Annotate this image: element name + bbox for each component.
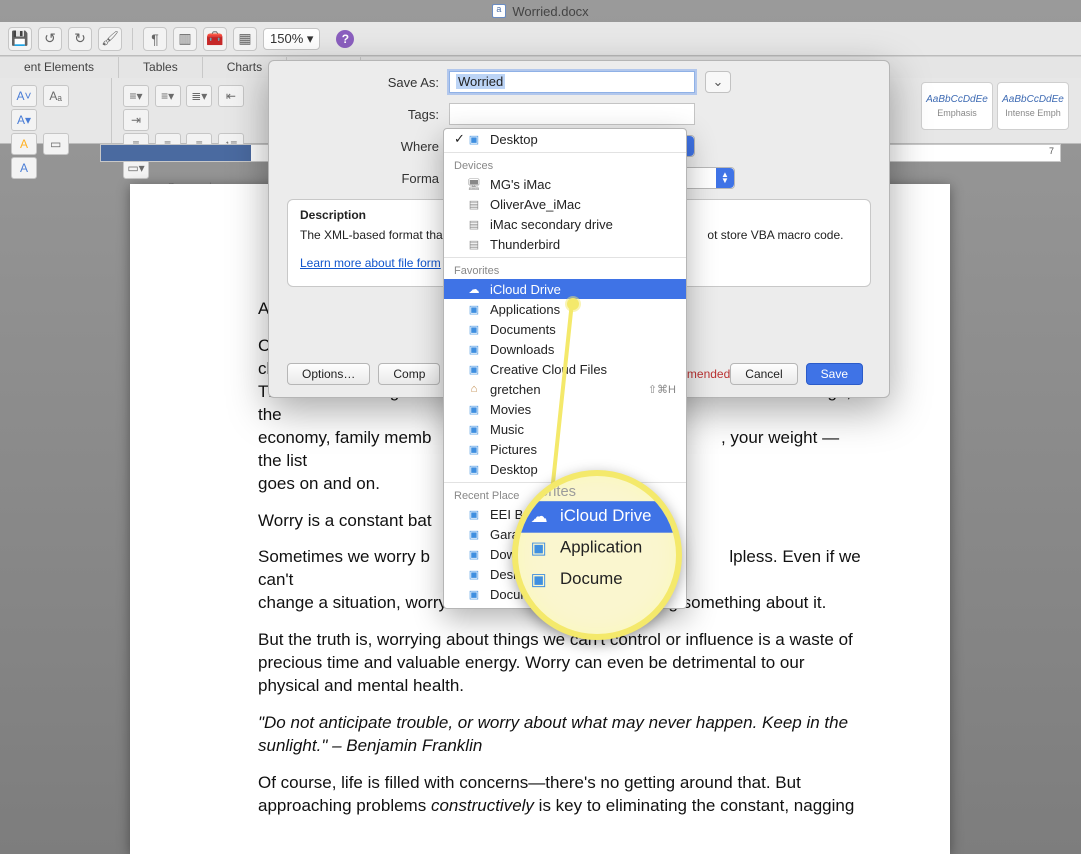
- document-icon: [492, 4, 506, 18]
- check-icon: ✓: [454, 131, 466, 147]
- learn-more-link[interactable]: Learn more about file form: [300, 256, 441, 270]
- font-shrink-icon[interactable]: A˅: [11, 85, 37, 107]
- toolbox-icon[interactable]: 🧰: [203, 27, 227, 51]
- tab-tables[interactable]: Tables: [119, 57, 203, 78]
- dd-item-pictures[interactable]: ▣Pictures: [444, 439, 686, 459]
- paintbrush-icon[interactable]: 🖌: [98, 27, 122, 51]
- window-titlebar: Worried.docx: [0, 0, 1081, 22]
- folder-icon: ▣: [466, 342, 482, 356]
- disk-icon: ▤: [466, 237, 482, 251]
- dd-item-device[interactable]: 🖥MG's iMac: [444, 174, 686, 194]
- expand-dialog-button[interactable]: ⌄: [705, 71, 731, 93]
- magnifier-row-documents: ▣Docume: [518, 564, 682, 596]
- folder-icon: ▣: [466, 547, 482, 561]
- folder-icon: ▣: [466, 527, 482, 541]
- home-icon: ⌂: [466, 382, 482, 396]
- font-color-icon[interactable]: A▾: [11, 109, 37, 131]
- magnifier-callout: vorites ☁iCloud Drive ▣Application ▣Docu…: [512, 470, 682, 640]
- saveas-input[interactable]: Worried: [449, 71, 695, 93]
- folder-icon: ▣: [466, 322, 482, 336]
- folder-icon: ▣: [466, 422, 482, 436]
- dd-item-device[interactable]: ▤OliverAve_iMac: [444, 194, 686, 214]
- text-box-icon[interactable]: ▭: [43, 133, 69, 155]
- magnifier-row-icloud: ☁iCloud Drive: [518, 501, 682, 533]
- dd-item-applications[interactable]: ▣Applications: [444, 299, 686, 319]
- folder-icon: ▣: [531, 569, 552, 590]
- cloud-icon: ☁: [531, 506, 552, 527]
- folder-icon: ▣: [466, 442, 482, 456]
- bullets-icon[interactable]: ≡▾: [123, 85, 149, 107]
- text-effects-icon[interactable]: A: [11, 133, 37, 155]
- folder-icon: ▣: [466, 567, 482, 581]
- window-title: Worried.docx: [512, 4, 588, 19]
- sidebar-icon[interactable]: ▥: [173, 27, 197, 51]
- folder-icon: ▣: [466, 462, 482, 476]
- saveas-label: Save As:: [269, 75, 449, 90]
- folder-icon: ▣: [466, 132, 482, 146]
- dd-section-devices: Devices: [444, 156, 686, 174]
- zoom-level[interactable]: 150% ▾: [263, 28, 320, 50]
- dd-item-music[interactable]: ▣Music: [444, 419, 686, 439]
- folder-icon: ▣: [466, 507, 482, 521]
- folder-icon: ▣: [531, 538, 552, 559]
- options-button[interactable]: Options…: [287, 363, 370, 385]
- folder-icon: ▣: [466, 302, 482, 316]
- style-a-icon[interactable]: A: [11, 157, 37, 179]
- folder-icon: ▣: [466, 402, 482, 416]
- dd-item-device[interactable]: ▤Thunderbird: [444, 234, 686, 254]
- dd-section-favorites: Favorites: [444, 261, 686, 279]
- gallery-icon[interactable]: ▦: [233, 27, 257, 51]
- numbering-icon[interactable]: ≡▾: [155, 85, 181, 107]
- ruler-mark-7: 7: [1049, 146, 1054, 156]
- help-icon[interactable]: ?: [336, 30, 354, 48]
- dd-item-desktop-top[interactable]: ✓ ▣ Desktop: [444, 129, 686, 149]
- dd-item-movies[interactable]: ▣Movies: [444, 399, 686, 419]
- style-emphasis[interactable]: AaBbCcDdEe Emphasis: [921, 82, 993, 130]
- cancel-button[interactable]: Cancel: [730, 363, 797, 385]
- dd-item-device[interactable]: ▤iMac secondary drive: [444, 214, 686, 234]
- imac-icon: 🖥: [466, 177, 482, 191]
- style-intense-emphasis[interactable]: AaBbCcDdEe Intense Emph: [997, 82, 1069, 130]
- indent-dec-icon[interactable]: ⇤: [218, 85, 244, 107]
- save-button[interactable]: Save: [806, 363, 863, 385]
- multilevel-icon[interactable]: ≣▾: [186, 85, 212, 107]
- folder-icon: ▣: [466, 362, 482, 376]
- show-hide-icon[interactable]: ¶: [143, 27, 167, 51]
- redo-icon[interactable]: ↻: [68, 27, 92, 51]
- main-toolbar: 💾 ↺ ↻ 🖌 ¶ ▥ 🧰 ▦ 150% ▾ ?: [0, 22, 1081, 56]
- dd-item-icloud-drive[interactable]: ☁iCloud Drive: [444, 279, 686, 299]
- disk-icon: ▤: [466, 217, 482, 231]
- compatibility-button[interactable]: Comp: [378, 363, 440, 385]
- undo-icon[interactable]: ↺: [38, 27, 62, 51]
- magnifier-row-applications: ▣Application: [518, 533, 682, 565]
- highlight-icon[interactable]: Aₐ: [43, 85, 69, 107]
- tab-elements[interactable]: ent Elements: [0, 57, 119, 78]
- where-label: Where: [269, 139, 449, 154]
- tags-label: Tags:: [269, 107, 449, 122]
- indent-inc-icon[interactable]: ⇥: [123, 109, 149, 131]
- magnifier-section-label: vorites: [518, 476, 682, 501]
- tags-input[interactable]: [449, 103, 695, 125]
- save-icon[interactable]: 💾: [8, 27, 32, 51]
- format-label: Forma: [269, 171, 449, 186]
- folder-icon: ▣: [466, 587, 482, 601]
- cloud-icon: ☁: [466, 282, 482, 296]
- disk-icon: ▤: [466, 197, 482, 211]
- dd-item-documents[interactable]: ▣Documents: [444, 319, 686, 339]
